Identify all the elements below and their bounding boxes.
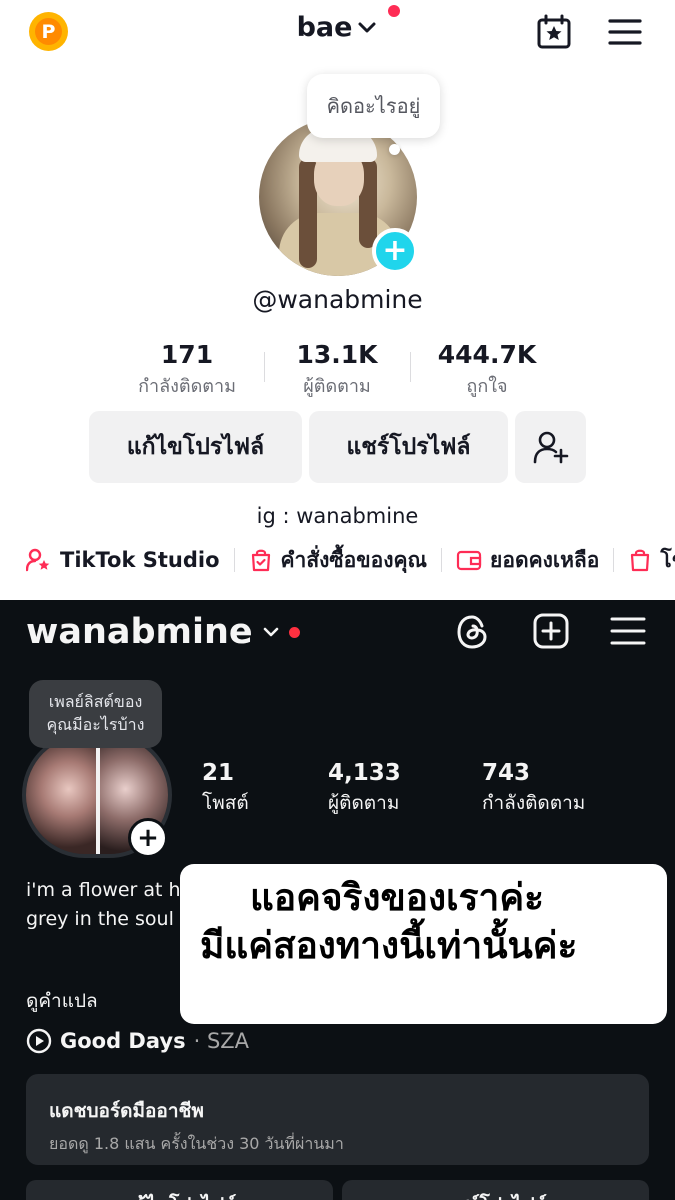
stat-label: โพสต์ <box>202 792 249 814</box>
professional-dashboard[interactable]: แดชบอร์ดมืออาชีพ ยอดดู 1.8 แสน ครั้งในช่… <box>26 1074 649 1165</box>
account-username: wanabmine <box>26 612 253 652</box>
stat-value: 743 <box>482 760 531 786</box>
create-post-icon[interactable] <box>532 612 570 654</box>
divider <box>441 548 443 572</box>
divider <box>613 548 615 572</box>
edit-profile-button[interactable]: แก้ไขโปรไฟล์ <box>89 411 302 483</box>
quick-links-row: TikTok Studio คำสั่งซื้อของคุณ ยอดคงเหลื… <box>26 544 675 576</box>
stat-label: กำลังติดตาม <box>138 376 236 397</box>
tiktok-profile: P bae คิดอะไรอยู่ + @wanabmine 171 กำลัง… <box>0 0 675 600</box>
song-artist: · SZA <box>193 1029 250 1053</box>
dashboard-subtitle: ยอดดู 1.8 แสน ครั้งในช่วง 30 วันที่ผ่านม… <box>49 1134 344 1153</box>
link-label: ยอดคงเหลือ <box>490 547 600 572</box>
tiktok-studio-link[interactable]: TikTok Studio <box>26 548 220 572</box>
shop-link[interactable]: โช <box>628 544 675 577</box>
notification-dot <box>388 5 401 17</box>
stat-label: กำลังติดตาม <box>482 792 586 814</box>
caption-line: มีแค่สองทางนี้เท่านั้นค่ะ <box>200 924 578 967</box>
stat-value: 444.7K <box>437 340 537 369</box>
instagram-profile: wanabmine เพลย์ลิสต์ของ คุณมีอะไรบ้าง + … <box>0 600 675 1200</box>
balance-link[interactable]: ยอดคงเหลือ <box>456 544 599 577</box>
add-story-button[interactable]: + <box>128 818 168 858</box>
stat-value: 13.1K <box>296 340 378 369</box>
calendar-star-icon[interactable] <box>536 14 572 54</box>
profile-handle: @wanabmine <box>252 285 423 314</box>
menu-icon[interactable] <box>608 18 642 50</box>
stat-value: 4,133 <box>328 760 401 786</box>
shopping-bag-check-icon <box>251 549 270 572</box>
wallet-icon <box>456 550 482 571</box>
user-star-icon <box>26 548 50 572</box>
divider <box>233 548 235 572</box>
link-label: โช <box>660 547 675 572</box>
stat-followers[interactable]: 4,133 ผู้ติดตาม <box>328 760 401 818</box>
profile-bio: ig : wanabmine <box>256 504 419 528</box>
link-label: TikTok Studio <box>60 548 220 572</box>
share-profile-button[interactable]: แชร์โปรไฟล์ <box>342 1180 649 1200</box>
note-line: คุณมีอะไรบ้าง <box>46 715 145 734</box>
account-switcher[interactable]: wanabmine <box>26 612 300 652</box>
profile-music[interactable]: Good Days · SZA <box>26 1028 249 1054</box>
chevron-down-icon <box>263 627 278 637</box>
notification-dot <box>288 626 300 638</box>
add-friend-button[interactable] <box>515 411 586 483</box>
link-label: คำสั่งซื้อของคุณ <box>280 547 428 572</box>
chevron-down-icon <box>358 22 376 32</box>
orders-link[interactable]: คำสั่งซื้อของคุณ <box>249 544 428 577</box>
see-translation-link[interactable]: ดูคำแปล <box>26 986 98 1016</box>
note-line: เพลย์ลิสต์ของ <box>48 692 143 711</box>
song-title: Good Days <box>60 1029 186 1053</box>
share-profile-button[interactable]: แชร์โปรไฟล์ <box>309 411 508 483</box>
stat-likes[interactable]: 444.7K ถูกใจ <box>407 340 567 400</box>
caption-sticker: แอคจริงของเราค่ะ มีแค่สองทางนี้เท่านั้นค… <box>180 864 667 1024</box>
bubble-tail <box>389 144 400 155</box>
stat-label: ผู้ติดตาม <box>328 792 400 814</box>
dashboard-title: แดชบอร์ดมืออาชีพ <box>49 1100 204 1122</box>
note-bubble[interactable]: เพลย์ลิสต์ของ คุณมีอะไรบ้าง <box>29 680 162 748</box>
thought-bubble[interactable]: คิดอะไรอยู่ <box>307 74 440 138</box>
stat-followers[interactable]: 13.1K ผู้ติดตาม <box>257 340 417 400</box>
stat-value: 21 <box>202 760 235 786</box>
stat-label: ถูกใจ <box>466 376 508 397</box>
stat-value: 171 <box>160 340 214 369</box>
add-user-icon <box>533 431 568 464</box>
account-switcher[interactable]: bae <box>0 5 675 43</box>
edit-profile-button[interactable]: แก้ไขโปรไฟล์ <box>26 1180 333 1200</box>
stat-label: ผู้ติดตาม <box>303 376 371 397</box>
account-username: bae <box>296 12 353 43</box>
add-story-button[interactable]: + <box>372 228 418 274</box>
stat-following[interactable]: 171 กำลังติดตาม <box>107 340 267 400</box>
menu-icon[interactable] <box>610 616 646 650</box>
shopping-bag-icon <box>631 549 650 572</box>
threads-icon[interactable] <box>455 612 491 656</box>
stat-posts[interactable]: 21 โพสต์ <box>202 760 249 818</box>
play-circle-icon <box>26 1028 52 1054</box>
stat-following[interactable]: 743 กำลังติดตาม <box>482 760 585 818</box>
